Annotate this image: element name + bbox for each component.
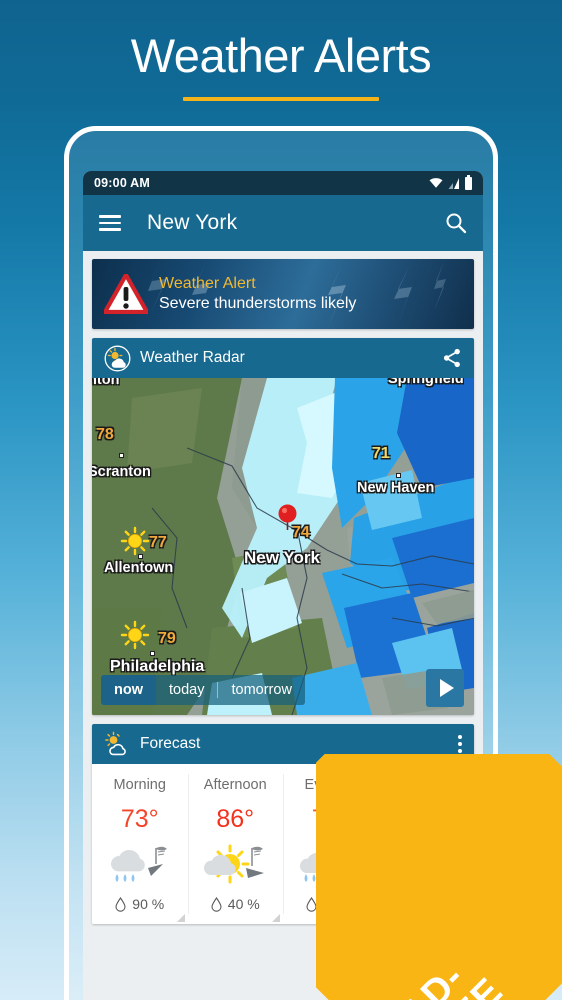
map-temp-allentown: 77 [149, 534, 167, 551]
water-drop-icon [211, 896, 222, 912]
map-temp-philadelphia: 79 [158, 630, 176, 647]
forecast-card: Forecast Morning 73° 90 % Afternoon 86° … [92, 724, 474, 924]
map-label-new-haven: New Haven [357, 480, 435, 496]
forecast-title: Forecast [140, 735, 201, 752]
volume-up-button[interactable] [64, 331, 65, 367]
screen-content: Weather Alert Severe thunderstorms likel… [83, 251, 483, 924]
map-label-inton: inton [92, 378, 120, 388]
forecast-icon-afternoon [188, 838, 284, 892]
map-label-scranton: Scranton [92, 464, 151, 480]
weather-alert-banner[interactable]: Weather Alert Severe thunderstorms likel… [92, 259, 474, 329]
map-label-springfield: Springfield [388, 378, 464, 387]
map-label-allentown: Allentown [104, 560, 174, 576]
forecast-precip-value-evening: 80 % [323, 896, 356, 912]
forecast-temp-night: 69° [407, 805, 446, 833]
map-temp-new-york: 74 [292, 524, 310, 541]
radar-tab-tomorrow[interactable]: tomorrow [218, 675, 304, 705]
app-bar-title: New York [147, 211, 238, 234]
rain-cloud-icon [110, 846, 167, 882]
warning-triangle-icon [104, 274, 148, 314]
radar-tab-now[interactable]: now [101, 675, 156, 705]
forecast-icon-evening [283, 838, 379, 892]
more-vertical-icon[interactable] [458, 733, 462, 755]
weather-radar-card: Weather Radar ton Springfield 78 Scranto… [92, 338, 474, 715]
forecast-corner-afternoon [272, 914, 280, 922]
forecast-corner-evening [367, 914, 376, 922]
weather-alert-message: Severe thunderstorms likely [159, 294, 357, 312]
page-title: Weather Alerts [130, 29, 432, 82]
radar-play-button[interactable] [426, 669, 464, 707]
map-temp-new-haven: 71 [372, 445, 390, 462]
radar-time-tabs: now today tomorrow [101, 675, 305, 705]
forecast-column-night[interactable]: Night 69° [378, 764, 475, 924]
forecast-corner-night [463, 914, 471, 922]
weather-alert-text: Weather Alert Severe thunderstorms likel… [159, 274, 356, 315]
sun-cloud-forecast-icon [204, 844, 265, 884]
forecast-header: Forecast [92, 724, 474, 764]
hero-banner: Weather Alerts [0, 0, 562, 120]
weather-alert-card[interactable]: Weather Alert Severe thunderstorms likel… [92, 259, 474, 329]
moon-cloud-icon [395, 850, 427, 873]
forecast-grid: Morning 73° 90 % Afternoon 86° 40 % Even… [92, 764, 474, 924]
forecast-precip-morning: 90 % [92, 896, 188, 912]
moon-rain-cloud-icon [299, 850, 363, 882]
forecast-temp-morning: 73° [120, 805, 159, 833]
radar-header: Weather Radar [92, 338, 474, 378]
phone-frame: 09:00 AM New York Weather Alert Severe t… [64, 126, 498, 1000]
app-bar: New York [83, 195, 483, 251]
radar-map[interactable]: inton Springfield 78 Scranton 71 New Hav… [92, 378, 474, 715]
radar-title: Weather Radar [140, 349, 245, 366]
search-icon[interactable] [445, 212, 467, 234]
forecast-precip-evening: 80 % [283, 896, 379, 912]
share-icon[interactable] [442, 348, 462, 368]
map-label-new-york: New York [244, 548, 320, 567]
forecast-temp-evening: 74° [311, 805, 350, 833]
sun-cloud-icon [105, 731, 126, 755]
forecast-precip-afternoon: 40 % [188, 896, 284, 912]
map-temp-scranton: 78 [96, 426, 114, 443]
map-sun-icon-allentown [120, 526, 150, 556]
play-icon [439, 679, 454, 697]
forecast-label-evening: Evening [304, 777, 357, 793]
forecast-column-morning[interactable]: Morning 73° 90 % [92, 764, 188, 924]
forecast-column-afternoon[interactable]: Afternoon 86° 40 % [187, 764, 284, 924]
signal-icon [448, 177, 459, 189]
forecast-column-evening[interactable]: Evening 74° 80 % [283, 764, 379, 924]
map-dot-scranton [119, 453, 124, 458]
map-label-philadelphia: Philadelphia [110, 658, 205, 675]
status-bar-icons [429, 174, 472, 190]
status-bar-time: 09:00 AM [94, 176, 151, 190]
map-dot-new-haven [396, 473, 401, 478]
phone-screen: 09:00 AM New York Weather Alert Severe t… [83, 171, 483, 1000]
battery-icon [465, 174, 472, 190]
title-underline [183, 97, 379, 101]
water-drop-icon [115, 896, 126, 912]
forecast-label-night: Night [409, 777, 444, 793]
water-drop-icon [306, 896, 317, 912]
forecast-label-afternoon: Afternoon [203, 777, 267, 793]
sun-cloud-circle-icon [104, 345, 131, 371]
status-bar: 09:00 AM [83, 171, 483, 195]
weather-alert-heading: Weather Alert [159, 274, 256, 292]
hamburger-menu-icon[interactable] [99, 215, 121, 231]
map-dot-philadelphia [150, 651, 155, 656]
radar-tab-today[interactable]: today [156, 675, 217, 705]
map-dot-allentown [138, 554, 143, 559]
forecast-corner-morning [176, 914, 185, 922]
forecast-icon-night [379, 838, 475, 892]
volume-down-button[interactable] [64, 379, 65, 415]
forecast-precip-value-afternoon: 40 % [227, 896, 260, 912]
forecast-icon-morning [92, 838, 188, 892]
wifi-icon [429, 177, 443, 188]
forecast-precip-value-morning: 90 % [132, 896, 165, 912]
forecast-temp-afternoon: 86° [216, 805, 255, 833]
map-sun-icon-philadelphia [120, 620, 150, 650]
forecast-label-morning: Morning [113, 777, 166, 793]
